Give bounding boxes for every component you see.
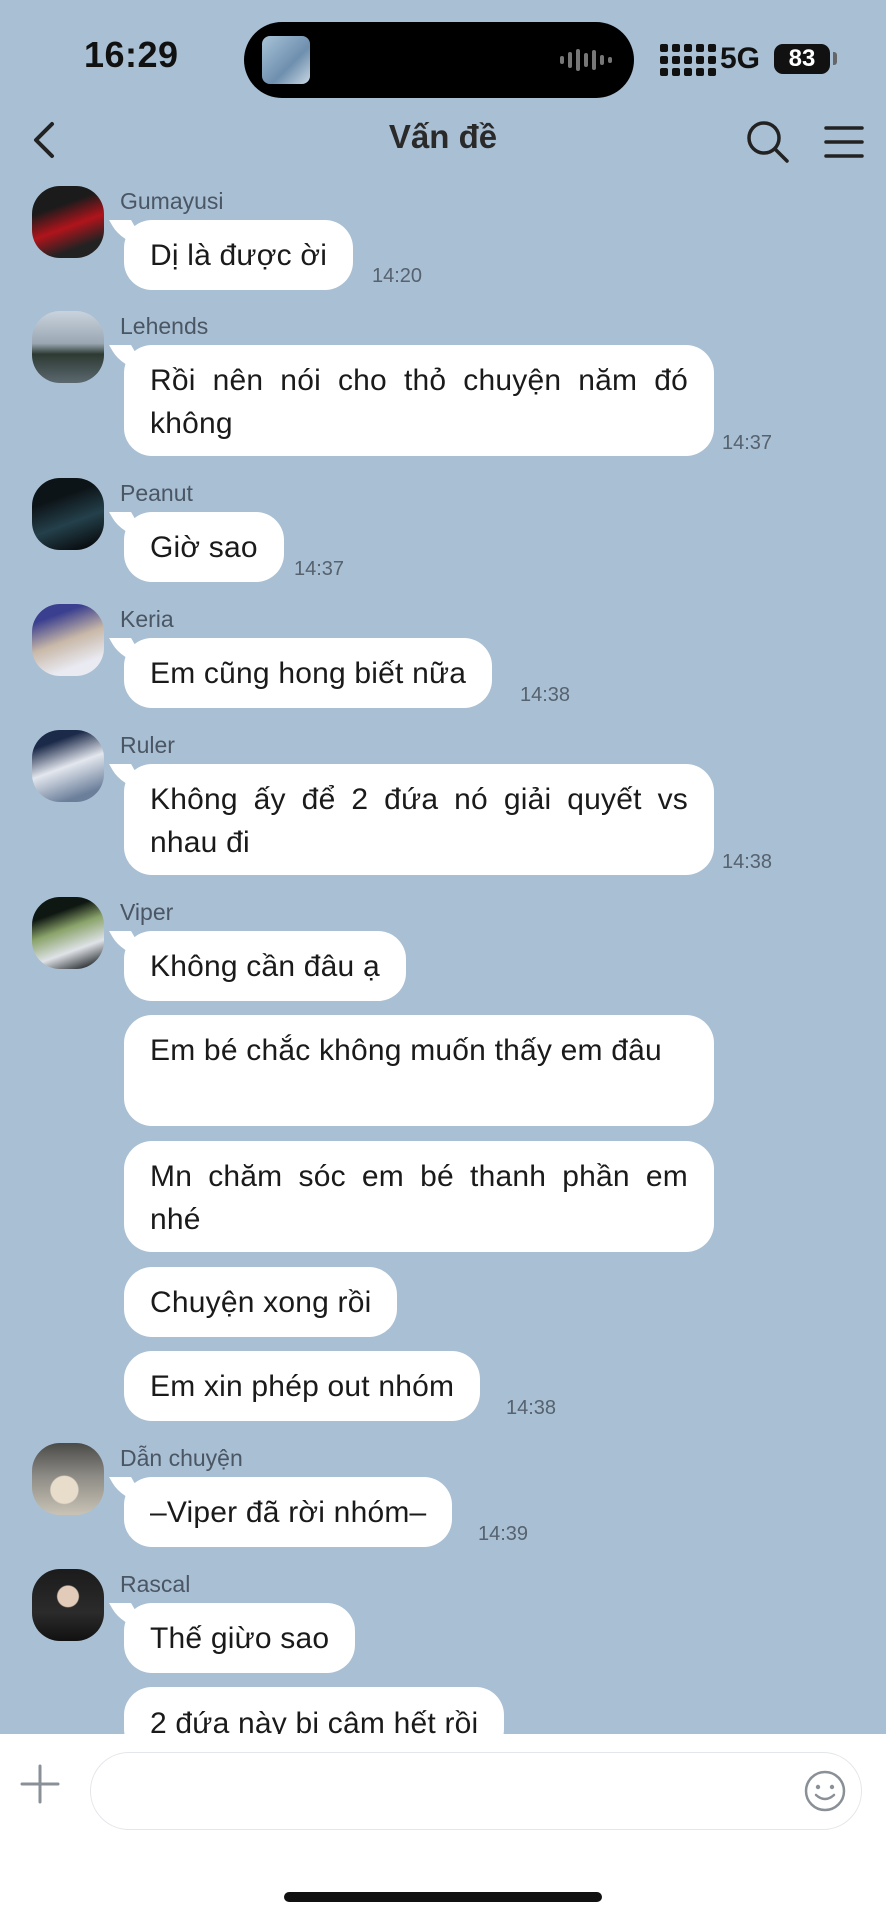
now-playing-artwork — [262, 36, 310, 84]
chat-header: Vấn đề — [0, 110, 886, 170]
message-composer — [0, 1734, 886, 1920]
battery-level: 83 — [788, 45, 816, 72]
sender-name: Lehends — [120, 313, 209, 339]
battery-tip — [833, 52, 837, 65]
sender-name: Dẫn chuyện — [120, 1445, 243, 1471]
message-text: Em bé chắc không muốn thấy em đâu — [150, 1034, 662, 1067]
message-text: Giờ sao — [150, 530, 258, 564]
message-bubble[interactable]: Dị là được ời — [124, 220, 354, 290]
message-bubble[interactable]: Không cần đâu ạ — [124, 931, 406, 1001]
avatar[interactable] — [32, 478, 104, 550]
avatar[interactable] — [32, 604, 104, 676]
message-bubble[interactable]: Rồi nên nói cho thỏ chuyện năm đó không — [124, 345, 714, 456]
audio-waveform-icon — [560, 48, 612, 72]
message-time: 14:38 — [506, 1397, 557, 1419]
dynamic-island[interactable] — [244, 22, 634, 98]
message-bubble[interactable]: Chuyện xong rồi — [124, 1267, 398, 1337]
network-type: 5G — [720, 42, 761, 75]
menu-icon[interactable] — [820, 118, 868, 166]
message-time: 14:39 — [478, 1523, 529, 1545]
message-bubble[interactable]: Em xin phép out nhóm — [124, 1351, 481, 1421]
message-text: Em xin phép out nhóm — [150, 1369, 455, 1403]
message-time: 14:38 — [520, 684, 571, 706]
avatar[interactable] — [32, 1443, 104, 1515]
message-text: Em cũng hong biết nữa — [150, 656, 467, 690]
message-text: –Viper đã rời nhóm– — [150, 1495, 427, 1529]
home-indicator[interactable] — [284, 1892, 602, 1902]
cellular-signal-icon — [660, 44, 716, 76]
battery-icon: 83 — [774, 44, 830, 74]
sender-name: Ruler — [120, 732, 175, 758]
avatar[interactable] — [32, 1569, 104, 1641]
message-bubble[interactable]: Thế giừo sao — [124, 1603, 356, 1673]
message-text: Không ấy để 2 đứa nó giải quyết vs nhau … — [150, 783, 688, 859]
sender-name: Keria — [120, 606, 174, 632]
message-bubble[interactable]: Em cũng hong biết nữa — [124, 638, 493, 708]
message-time: 14:38 — [722, 851, 773, 873]
sender-name: Viper — [120, 899, 174, 925]
message-bubble[interactable]: Giờ sao — [124, 512, 284, 582]
message-text: Thế giừo sao — [150, 1621, 330, 1655]
message-text: Không cần đâu ạ — [150, 949, 380, 983]
message-text: Rồi nên nói cho thỏ chuyện năm đó không — [150, 364, 688, 440]
message-text: Mn chăm sóc em bé thanh phần em nhé — [150, 1160, 688, 1236]
back-chevron-icon[interactable] — [28, 116, 64, 164]
message-input[interactable] — [90, 1752, 862, 1830]
message-bubble[interactable]: Em bé chắc không muốn thấy em đâu — [124, 1015, 714, 1126]
sender-name: Rascal — [120, 1571, 191, 1597]
avatar[interactable] — [32, 311, 104, 383]
sender-name: Gumayusi — [120, 188, 224, 214]
message-bubble[interactable]: –Viper đã rời nhóm– — [124, 1477, 453, 1547]
avatar[interactable] — [32, 897, 104, 969]
message-bubble[interactable]: Mn chăm sóc em bé thanh phần em nhé — [124, 1141, 714, 1252]
message-time: 14:20 — [372, 265, 423, 287]
status-time: 16:29 — [84, 34, 179, 75]
status-bar: 16:29 5G 83 — [0, 0, 886, 110]
sender-name: Peanut — [120, 480, 193, 506]
emoji-icon[interactable] — [803, 1769, 847, 1813]
message-time: 14:37 — [294, 558, 345, 580]
avatar[interactable] — [32, 730, 104, 802]
message-text: Chuyện xong rồi — [150, 1285, 372, 1319]
message-time: 14:37 — [722, 432, 773, 454]
avatar[interactable] — [32, 186, 104, 258]
plus-icon[interactable] — [20, 1764, 60, 1804]
message-text: Dị là được ời — [150, 238, 328, 272]
search-icon[interactable] — [742, 116, 794, 168]
message-bubble[interactable]: Không ấy để 2 đứa nó giải quyết vs nhau … — [124, 764, 714, 875]
